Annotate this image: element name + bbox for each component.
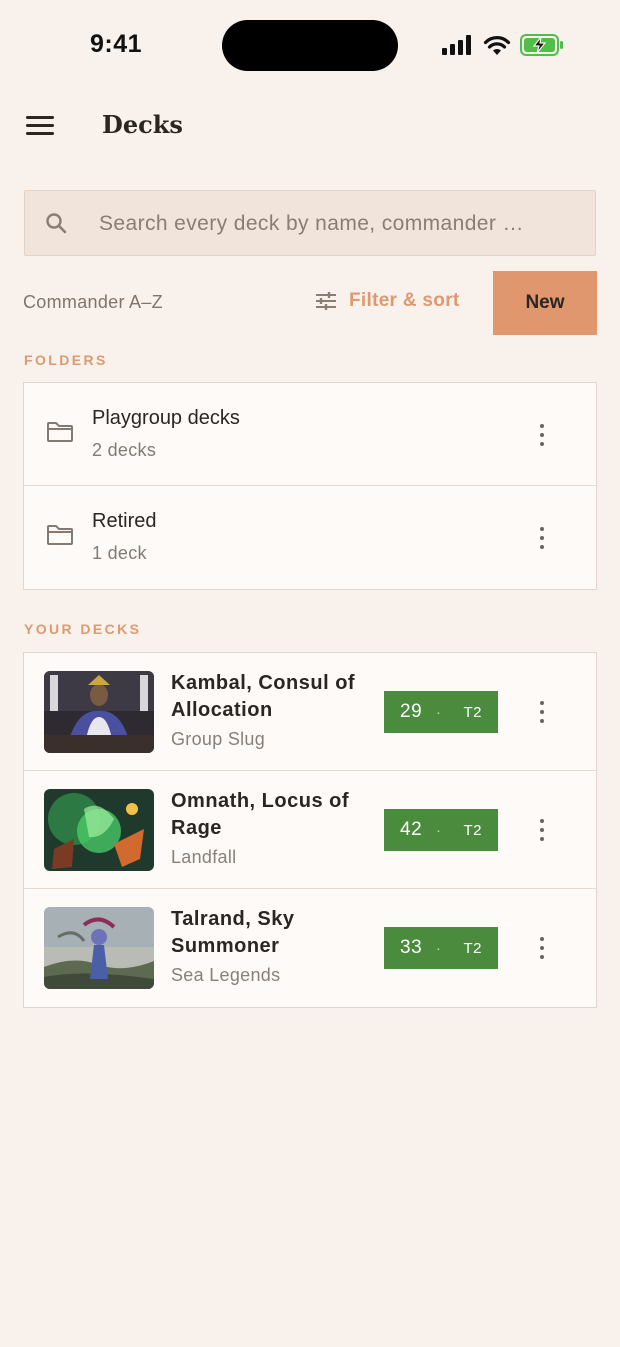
more-vertical-icon (540, 701, 544, 705)
deck-more-button[interactable] (532, 699, 552, 725)
deck-tier: T2 (463, 939, 482, 957)
omnath-commander-art (44, 789, 154, 871)
folder-name: Playgroup decks (92, 407, 240, 429)
hamburger-icon-line (26, 132, 54, 135)
deck-tier: T2 (463, 821, 482, 839)
more-vertical-icon (540, 937, 544, 941)
menu-button[interactable] (26, 116, 54, 138)
deck-row[interactable]: Talrand, Sky Summoner Sea Legends 33 · T… (24, 889, 596, 1007)
folder-icon (47, 422, 73, 442)
deck-more-button[interactable] (532, 935, 552, 961)
status-bar: 9:41 (0, 0, 620, 90)
more-vertical-icon (540, 819, 544, 823)
deck-row[interactable]: Omnath, Locus of Rage Landfall 42 · T2 (24, 771, 596, 889)
status-icons (442, 34, 564, 56)
talrand-commander-art (44, 907, 154, 989)
folder-more-button[interactable] (532, 422, 552, 448)
folder-row[interactable]: Retired 1 deck (24, 486, 596, 589)
deck-row[interactable]: Kambal, Consul of Allocation Group Slug … (24, 653, 596, 771)
deck-card-count: 29 (400, 701, 423, 722)
deck-commander-name: Kambal, Consul of Allocation (171, 672, 356, 721)
your-decks-heading: YOUR DECKS (24, 621, 142, 637)
status-time: 9:41 (90, 30, 143, 58)
hamburger-icon-line (26, 124, 54, 127)
more-vertical-icon (540, 424, 544, 428)
folders-heading: FOLDERS (24, 352, 108, 368)
deck-stats-badge: 42 · T2 (384, 809, 498, 851)
badge-separator: · (436, 704, 441, 720)
filter-sort-label: Filter & sort (349, 290, 460, 311)
deck-stats-badge: 29 · T2 (384, 691, 498, 733)
deck-theme: Sea Legends (171, 965, 281, 985)
folder-icon (47, 525, 73, 545)
search-bar (24, 190, 596, 257)
folder-deck-count: 1 deck (92, 543, 147, 563)
filter-sort-button[interactable]: Filter & sort (315, 290, 460, 312)
deck-card-count: 42 (400, 819, 423, 840)
deck-stats-badge: 33 · T2 (384, 927, 498, 969)
dynamic-island (222, 20, 398, 71)
deck-theme: Group Slug (171, 729, 266, 749)
page-title: Decks (102, 110, 183, 139)
deck-commander-name: Omnath, Locus of Rage (171, 790, 349, 839)
kambal-commander-art (44, 671, 154, 753)
wifi-icon (483, 35, 511, 55)
deck-tier: T2 (463, 703, 482, 721)
deck-theme: Landfall (171, 847, 237, 867)
more-vertical-icon (540, 527, 544, 531)
folder-list: Playgroup decks 2 decks Retired 1 deck (23, 382, 597, 590)
new-deck-button[interactable]: New (493, 271, 597, 335)
sliders-icon (316, 292, 336, 310)
folder-row[interactable]: Playgroup decks 2 decks (24, 383, 596, 486)
deck-list: Kambal, Consul of Allocation Group Slug … (23, 652, 597, 1008)
battery-charging-icon (520, 34, 563, 56)
deck-more-button[interactable] (532, 817, 552, 843)
folder-more-button[interactable] (532, 525, 552, 551)
current-sort-label: Commander A–Z (23, 292, 163, 312)
badge-separator: · (436, 940, 441, 956)
hamburger-icon (26, 116, 54, 119)
folder-name: Retired (92, 510, 157, 532)
badge-separator: · (436, 822, 441, 838)
folder-deck-count: 2 decks (92, 440, 157, 460)
deck-card-count: 33 (400, 937, 423, 958)
search-input[interactable] (97, 191, 581, 257)
search-icon (46, 213, 67, 234)
deck-commander-name: Talrand, Sky Summoner (171, 908, 295, 957)
cellular-signal-icon (442, 35, 471, 55)
